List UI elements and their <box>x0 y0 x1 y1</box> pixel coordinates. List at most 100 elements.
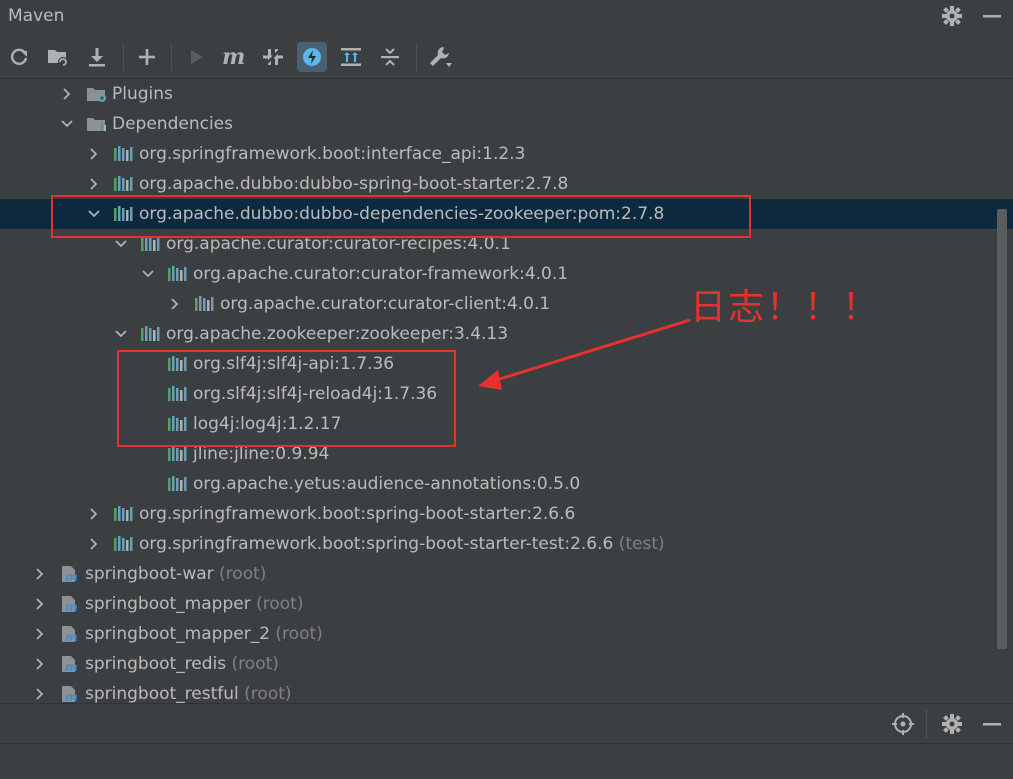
tree-item-label: springboot_redis (root) <box>85 654 279 674</box>
svg-text:m: m <box>65 660 78 674</box>
add-project-icon[interactable] <box>132 42 162 72</box>
tree-item-text: jline:jline:0.9.94 <box>193 444 330 464</box>
tree-item-text: springboot_mapper_2 <box>85 624 271 644</box>
panel-title: Maven <box>8 6 65 26</box>
maven-module-icon: m <box>59 624 81 644</box>
tree-module-row[interactable]: m springboot_restful (root) <box>0 679 996 703</box>
chevron-down-icon[interactable] <box>114 237 128 251</box>
execute-maven-goal-icon[interactable]: m <box>219 42 249 72</box>
tree-item-label: springboot-war (root) <box>85 564 266 584</box>
tree-module-row[interactable]: m springboot_mapper (root) <box>0 589 996 619</box>
highlight-box-zookeeper-dependency <box>51 195 751 238</box>
chevron-right-icon[interactable] <box>87 507 101 521</box>
chevron-right-icon[interactable] <box>33 657 47 671</box>
download-sources-icon[interactable] <box>82 42 112 72</box>
library-icon <box>140 324 162 344</box>
tree-item-label: springboot_mapper (root) <box>85 594 303 614</box>
library-icon <box>167 264 189 284</box>
settings-icon[interactable] <box>940 712 964 740</box>
minimize-icon[interactable] <box>980 4 1004 32</box>
tree-item-scope: (root) <box>226 654 279 674</box>
chevron-right-icon[interactable] <box>87 537 101 551</box>
svg-text:m: m <box>65 690 78 703</box>
tree-folder-row[interactable]: Plugins <box>0 79 996 109</box>
tree-item-label: org.apache.yetus:audience-annotations:0.… <box>193 474 580 494</box>
reimport-folder-icon[interactable] <box>43 42 73 72</box>
toolbar-separator <box>123 43 124 71</box>
tree-item-text: springboot-war <box>85 564 214 584</box>
tree-item-text: springboot_redis <box>85 654 227 674</box>
show-dependencies-icon[interactable] <box>336 42 366 72</box>
tree-item-text: org.apache.curator:curator-client:4.0.1 <box>220 294 551 314</box>
tree-dependency-row[interactable]: org.springframework.boot:interface_api:1… <box>0 139 996 169</box>
svg-text:m: m <box>222 46 245 68</box>
tree-item-label: org.apache.zookeeper:zookeeper:3.4.13 <box>166 324 508 344</box>
chevron-right-icon[interactable] <box>87 177 101 191</box>
library-icon <box>194 294 216 314</box>
minimize-icon[interactable] <box>980 712 1004 740</box>
skip-tests-icon[interactable] <box>297 42 327 72</box>
chevron-down-icon[interactable] <box>141 267 155 281</box>
chevron-right-icon[interactable] <box>60 87 74 101</box>
settings-wrench-icon[interactable] <box>425 42 455 72</box>
tree-item-text: springboot_restful <box>85 684 239 703</box>
plugins-folder-icon <box>86 84 108 104</box>
chevron-right-icon[interactable] <box>33 627 47 641</box>
tree-item-text: org.springframework.boot:interface_api:1… <box>139 144 526 164</box>
tree-item-text: org.springframework.boot:spring-boot-sta… <box>139 534 614 554</box>
library-icon <box>113 534 135 554</box>
library-icon <box>167 474 189 494</box>
tree-dependency-row[interactable]: org.springframework.boot:spring-boot-sta… <box>0 499 996 529</box>
tree-item-label: org.springframework.boot:spring-boot-sta… <box>139 504 575 524</box>
maven-toolbar: m <box>0 38 1013 78</box>
tree-item-label: jline:jline:0.9.94 <box>193 444 329 464</box>
chevron-right-icon[interactable] <box>33 567 47 581</box>
tree-module-row[interactable]: m springboot-war (root) <box>0 559 996 589</box>
run-icon[interactable] <box>181 42 211 72</box>
maven-tool-window: Maven m Plugins Dependencies org.springf… <box>0 0 1013 779</box>
tree-item-text: org.apache.yetus:audience-annotations:0.… <box>193 474 581 494</box>
chevron-down-icon[interactable] <box>60 117 74 131</box>
vertical-scrollbar[interactable] <box>997 209 1007 649</box>
tree-item-text: org.springframework.boot:spring-boot-sta… <box>139 504 576 524</box>
chevron-down-icon[interactable] <box>114 327 128 341</box>
maven-module-icon: m <box>59 594 81 614</box>
toolbar-separator <box>926 710 927 738</box>
tree-item-label: org.springframework.boot:spring-boot-sta… <box>139 534 665 554</box>
tree-item-scope: (root) <box>250 594 304 614</box>
tree-item-text: org.apache.zookeeper:zookeeper:3.4.13 <box>166 324 509 344</box>
collapse-all-icon[interactable] <box>375 42 405 72</box>
library-icon <box>167 444 189 464</box>
tree-item-scope: (root) <box>270 624 323 644</box>
bottom-toolbar <box>0 703 1013 744</box>
toggle-offline-icon[interactable] <box>258 42 288 72</box>
tree-item-scope: (root) <box>213 564 267 584</box>
library-icon <box>113 504 135 524</box>
chevron-right-icon[interactable] <box>33 597 47 611</box>
tree-module-row[interactable]: m springboot_redis (root) <box>0 649 996 679</box>
maven-module-icon: m <box>59 684 81 703</box>
tree-item-text: org.apache.dubbo:dubbo-spring-boot-start… <box>139 174 569 194</box>
library-icon <box>113 174 135 194</box>
svg-text:m: m <box>65 600 78 614</box>
chevron-right-icon[interactable] <box>87 147 101 161</box>
highlight-box-logging-dependencies <box>117 350 456 447</box>
tree-dependency-row[interactable]: org.springframework.boot:spring-boot-sta… <box>0 529 996 559</box>
chevron-right-icon[interactable] <box>168 297 182 311</box>
chevron-right-icon[interactable] <box>33 687 47 701</box>
tree-item-label: org.apache.curator:curator-client:4.0.1 <box>220 294 550 314</box>
tree-folder-row[interactable]: Dependencies <box>0 109 996 139</box>
reload-all-projects-icon[interactable] <box>4 42 34 72</box>
svg-text:m: m <box>65 630 78 644</box>
toolbar-separator <box>416 43 417 71</box>
settings-icon[interactable] <box>940 4 964 32</box>
tree-item-text: Dependencies <box>112 114 233 134</box>
tree-item-label: Dependencies <box>112 114 233 134</box>
tree-item-label: springboot_restful (root) <box>85 684 292 703</box>
tree-item-text: org.apache.curator:curator-framework:4.0… <box>193 264 569 284</box>
locate-icon[interactable] <box>891 712 915 740</box>
toolbar-separator <box>171 43 172 71</box>
tree-dependency-row[interactable]: org.apache.yetus:audience-annotations:0.… <box>0 469 996 499</box>
tree-module-row[interactable]: m springboot_mapper_2 (root) <box>0 619 996 649</box>
maven-module-icon: m <box>59 654 81 674</box>
